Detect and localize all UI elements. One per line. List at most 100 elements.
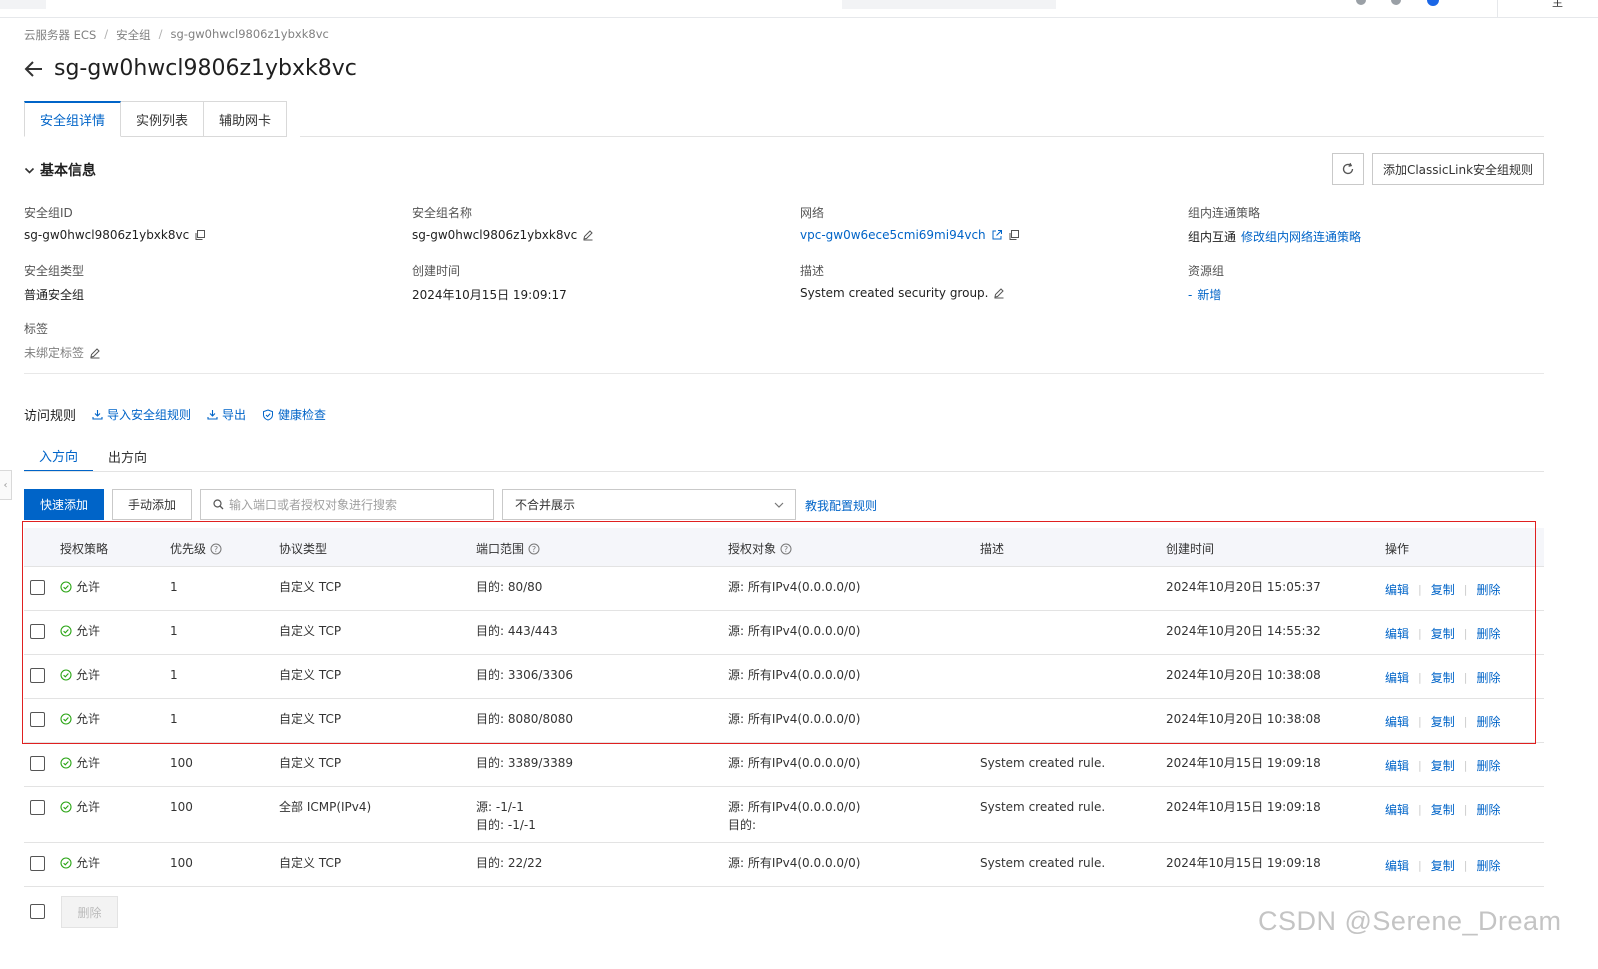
copy-rule-link[interactable]: 复制 bbox=[1431, 857, 1455, 875]
help-circle-icon[interactable]: ? bbox=[210, 543, 222, 555]
detail-tabs: 安全组详情 实例列表 辅助网卡 bbox=[24, 101, 288, 137]
row-checkbox[interactable] bbox=[30, 668, 45, 683]
row-checkbox[interactable] bbox=[30, 856, 45, 871]
user-avatar-icon[interactable] bbox=[1427, 0, 1439, 6]
copy-icon[interactable] bbox=[1008, 229, 1020, 241]
merge-display-select[interactable]: 不合并展示 bbox=[502, 489, 796, 520]
global-search-box[interactable] bbox=[842, 0, 1056, 9]
copy-icon[interactable] bbox=[194, 229, 206, 241]
edit-rule-link[interactable]: 编辑 bbox=[1385, 625, 1409, 643]
import-rules-link[interactable]: 导入安全组规则 bbox=[92, 406, 191, 423]
delete-rule-link[interactable]: 删除 bbox=[1476, 625, 1500, 643]
copy-rule-link[interactable]: 复制 bbox=[1431, 801, 1455, 819]
tab-outbound[interactable]: 出方向 bbox=[93, 440, 162, 472]
delete-rule-link[interactable]: 删除 bbox=[1476, 857, 1500, 875]
tab-secondary-eni[interactable]: 辅助网卡 bbox=[204, 101, 288, 137]
copy-rule-link[interactable]: 复制 bbox=[1431, 625, 1455, 643]
copy-rule-link[interactable]: 复制 bbox=[1431, 581, 1455, 599]
check-circle-icon bbox=[60, 713, 72, 725]
help-circle-icon[interactable]: ? bbox=[528, 543, 540, 555]
row-checkbox[interactable] bbox=[30, 712, 45, 727]
row-checkbox[interactable] bbox=[30, 624, 45, 639]
help-icon[interactable] bbox=[1391, 0, 1401, 5]
refresh-button[interactable] bbox=[1332, 153, 1364, 185]
port-line-1: 目的: 443/443 bbox=[476, 624, 558, 638]
header-policy-label: 授权策略 bbox=[60, 542, 109, 556]
tab-security-group-details[interactable]: 安全组详情 bbox=[24, 101, 122, 137]
check-circle-icon bbox=[60, 625, 72, 637]
edit-icon[interactable] bbox=[582, 229, 594, 241]
vpc-link[interactable]: vpc-gw0w6ece5cmi69mi94vch bbox=[800, 228, 986, 242]
policy-label: 组内连通策略 bbox=[1188, 206, 1261, 220]
health-check-link[interactable]: 健康检查 bbox=[262, 406, 326, 423]
cell-protocol: 自定义 TCP bbox=[279, 580, 342, 594]
info-sg-type: 安全组类型 普通安全组 bbox=[24, 262, 84, 303]
rule-search-input[interactable] bbox=[229, 497, 479, 512]
basic-info-toggle[interactable]: 基本信息 bbox=[24, 160, 96, 180]
breadcrumb-ecs[interactable]: 云服务器 ECS bbox=[24, 27, 96, 43]
edit-rule-link[interactable]: 编辑 bbox=[1385, 713, 1409, 731]
export-link[interactable]: 导出 bbox=[207, 406, 246, 423]
delete-rule-link[interactable]: 删除 bbox=[1476, 757, 1500, 775]
delete-rule-link[interactable]: 删除 bbox=[1476, 669, 1500, 687]
edit-rule-link[interactable]: 编辑 bbox=[1385, 801, 1409, 819]
auth-line-1: 源: 所有IPv4(0.0.0.0/0) bbox=[728, 624, 861, 638]
ops-separator: | bbox=[1418, 859, 1422, 872]
table-row: 允许 1 自定义 TCP 目的: 80/80 源: 所有IPv4(0.0.0.0/0) 2… bbox=[24, 567, 1544, 611]
cell-priority: 100 bbox=[170, 800, 193, 814]
manual-add-button[interactable]: 手动添加 bbox=[112, 489, 192, 520]
delete-rule-link[interactable]: 删除 bbox=[1476, 713, 1500, 731]
tab-instance-list[interactable]: 实例列表 bbox=[121, 101, 205, 137]
auth-line-1: 源: 所有IPv4(0.0.0.0/0) bbox=[728, 580, 861, 594]
copy-rule-link[interactable]: 复制 bbox=[1431, 669, 1455, 687]
cell-policy: 允许 bbox=[60, 798, 100, 816]
delete-rule-link[interactable]: 删除 bbox=[1476, 801, 1500, 819]
edit-rule-link[interactable]: 编辑 bbox=[1385, 669, 1409, 687]
copy-rule-link[interactable]: 复制 bbox=[1431, 713, 1455, 731]
row-checkbox[interactable] bbox=[30, 580, 45, 595]
quick-add-button[interactable]: 快速添加 bbox=[24, 489, 104, 520]
edit-rule-link[interactable]: 编辑 bbox=[1385, 857, 1409, 875]
cell-priority: 100 bbox=[170, 856, 193, 870]
merge-display-value: 不合并展示 bbox=[515, 498, 576, 512]
row-checkbox[interactable] bbox=[30, 756, 45, 771]
header-desc: 描述 bbox=[980, 540, 1004, 557]
rule-search-box bbox=[200, 489, 494, 520]
row-checkbox[interactable] bbox=[30, 800, 45, 815]
check-circle-icon bbox=[60, 801, 72, 813]
policy-text: 允许 bbox=[76, 712, 101, 726]
shield-check-icon bbox=[263, 408, 274, 421]
edit-icon[interactable] bbox=[993, 287, 1005, 299]
add-resgroup-link[interactable]: 新增 bbox=[1197, 286, 1221, 303]
cell-protocol: 自定义 TCP bbox=[279, 624, 342, 638]
auth-line-1: 源: 所有IPv4(0.0.0.0/0) bbox=[728, 756, 861, 770]
add-classiclink-rule-button[interactable]: 添加ClassicLink安全组规则 bbox=[1372, 153, 1544, 185]
cell-desc: System created rule. bbox=[980, 856, 1106, 870]
port-line-1: 目的: 80/80 bbox=[476, 580, 543, 594]
tab-inbound[interactable]: 入方向 bbox=[24, 440, 94, 472]
delete-rule-link[interactable]: 删除 bbox=[1476, 581, 1500, 599]
edit-rule-link[interactable]: 编辑 bbox=[1385, 757, 1409, 775]
edit-icon[interactable] bbox=[89, 347, 101, 359]
back-arrow-icon[interactable] bbox=[22, 56, 46, 82]
breadcrumb-security-group[interactable]: 安全组 bbox=[116, 27, 151, 43]
header-protocol-label: 协议类型 bbox=[279, 542, 328, 556]
tabs-divider bbox=[300, 136, 1544, 137]
notification-icon[interactable] bbox=[1356, 0, 1366, 5]
cell-priority: 1 bbox=[170, 580, 178, 594]
sidebar-collapse-handle[interactable]: ‹ bbox=[0, 470, 12, 500]
sg-type-value: 普通安全组 bbox=[24, 288, 85, 302]
config-help-link[interactable]: 教我配置规则 bbox=[805, 497, 877, 514]
external-link-icon[interactable] bbox=[991, 229, 1003, 241]
console-menu-area[interactable] bbox=[0, 0, 46, 9]
modify-policy-link[interactable]: 修改组内网络连通策略 bbox=[1241, 228, 1361, 245]
select-all-checkbox[interactable] bbox=[30, 904, 45, 919]
cell-ops: 编辑 | 复制 | 删除 bbox=[1385, 801, 1500, 819]
table-row: 允许 100 自定义 TCP 目的: 3389/3389 源: 所有IPv4(0.0.0… bbox=[24, 743, 1544, 787]
copy-rule-link[interactable]: 复制 bbox=[1431, 757, 1455, 775]
help-circle-icon[interactable]: ? bbox=[780, 543, 792, 555]
port-line-1: 目的: 22/22 bbox=[476, 856, 543, 870]
network-row: vpc-gw0w6ece5cmi69mi94vch bbox=[800, 228, 1020, 242]
edit-rule-link[interactable]: 编辑 bbox=[1385, 581, 1409, 599]
cell-ops: 编辑 | 复制 | 删除 bbox=[1385, 581, 1500, 599]
